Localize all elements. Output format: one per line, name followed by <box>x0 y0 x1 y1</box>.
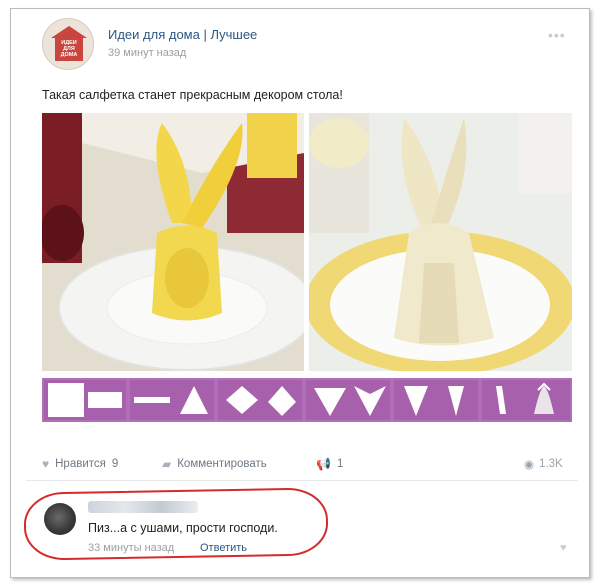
post-text: Такая салфетка станет прекрасным декором… <box>42 88 343 102</box>
step-3-image <box>218 380 302 420</box>
step-4-image <box>306 380 390 420</box>
group-name-link[interactable]: Идеи для дома | Лучшее <box>108 27 257 42</box>
group-avatar[interactable]: ИДЕИ ДЛЯ ДОМА <box>42 18 94 70</box>
step-6-image <box>482 380 570 420</box>
share-count: 1 <box>336 458 344 470</box>
post-photo-cream-napkin[interactable] <box>309 113 572 371</box>
logo-text: ИДЕИ ДЛЯ ДОМА <box>60 40 78 58</box>
heart-icon: ♥ <box>42 457 50 471</box>
eye-icon: ◉ <box>524 459 535 471</box>
more-icon[interactable]: ••• <box>548 27 566 43</box>
share-icon: 📢 <box>316 457 331 471</box>
step-1-image <box>44 380 126 420</box>
red-highlight-ellipse <box>23 487 329 561</box>
like-count: 9 <box>111 458 119 470</box>
comment-heart-icon[interactable]: ♥ <box>560 542 567 554</box>
like-button[interactable]: ♥ Нравится 9 <box>42 457 118 471</box>
step-5-image <box>394 380 478 420</box>
share-button[interactable]: 📢 1 <box>316 457 343 471</box>
views-counter: ◉ 1.3K <box>524 457 563 471</box>
post-photo-yellow-napkin[interactable] <box>42 113 304 371</box>
step-2-image <box>130 380 214 420</box>
folding-steps-strip <box>42 378 572 422</box>
divider <box>26 480 578 481</box>
like-label: Нравится <box>55 458 106 470</box>
post-time[interactable]: 39 минут назад <box>108 47 186 59</box>
comment-label: Комментировать <box>177 458 267 470</box>
views-count: 1.3K <box>539 458 563 470</box>
comment-icon: ▰ <box>162 457 172 471</box>
comment-button[interactable]: ▰ Комментировать <box>162 457 267 471</box>
